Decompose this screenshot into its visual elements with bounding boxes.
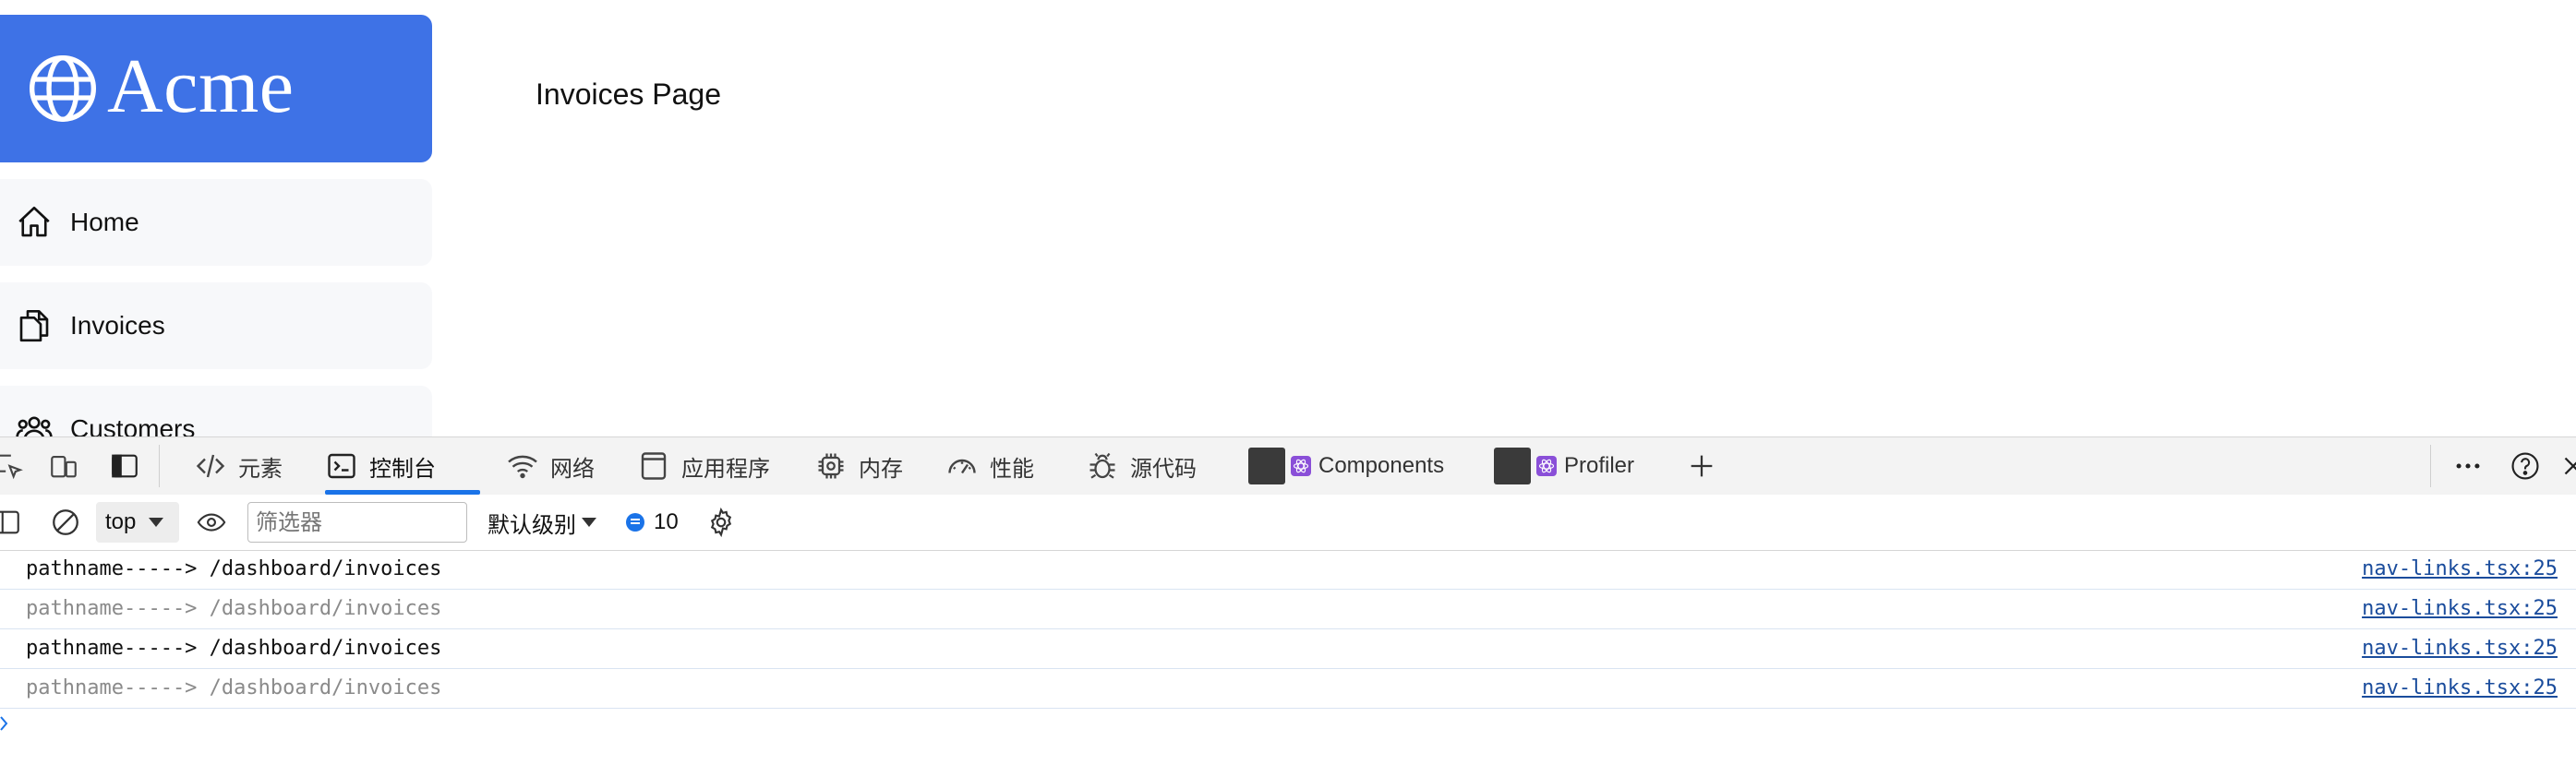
home-icon xyxy=(18,206,50,237)
inspect-element-icon[interactable] xyxy=(0,450,24,482)
devtools-tabbar: 元素 控制台 网络 应用程序 内存 性能 源代码 Components Prof… xyxy=(0,437,2576,496)
clear-console-icon[interactable] xyxy=(50,507,81,538)
live-expression-eye-icon[interactable] xyxy=(196,507,227,538)
device-toolbar-icon[interactable] xyxy=(48,450,79,482)
sidebar-item-home[interactable]: Home xyxy=(0,179,432,266)
context-selector[interactable]: top xyxy=(96,502,179,543)
wifi-icon xyxy=(508,455,537,479)
tab-sources[interactable]: 源代码 xyxy=(1086,437,1197,495)
message-count-badge[interactable]: 10 xyxy=(626,502,679,543)
log-level-selector[interactable]: 默认级别 xyxy=(488,502,596,543)
document-duplicate-icon xyxy=(19,309,49,342)
help-icon[interactable] xyxy=(2510,450,2541,482)
tab-network[interactable]: 网络 xyxy=(506,437,595,495)
tab-label: 控制台 xyxy=(369,456,436,482)
tab-elements[interactable]: 元素 xyxy=(194,437,283,495)
console-toolbar: top 默认级别 10 xyxy=(0,495,2576,551)
log-message: pathname-----> /dashboard/invoices xyxy=(26,637,442,660)
log-message: pathname-----> /dashboard/invoices xyxy=(26,597,442,620)
tab-memory[interactable]: 内存 xyxy=(814,437,903,495)
extension-icon xyxy=(1494,448,1531,484)
log-row: pathname-----> /dashboard/invoices nav-l… xyxy=(0,669,2576,709)
tab-label: 性能 xyxy=(990,456,1034,482)
app-viewport: Acme Home Invoices Customers Invoices Pa… xyxy=(0,0,2576,436)
dropdown-arrow-icon xyxy=(582,518,596,527)
divider xyxy=(159,445,160,487)
dock-side-icon[interactable] xyxy=(109,450,140,482)
logo-text: Acme xyxy=(107,43,295,129)
log-message: pathname-----> /dashboard/invoices xyxy=(26,676,442,699)
more-options-icon[interactable] xyxy=(2452,450,2484,482)
log-source-link[interactable]: nav-links.tsx:25 xyxy=(2362,557,2558,580)
tab-label: 元素 xyxy=(238,456,283,482)
devtools-panel: 元素 控制台 网络 应用程序 内存 性能 源代码 Components Prof… xyxy=(0,436,2576,765)
log-row: pathname-----> /dashboard/invoices nav-l… xyxy=(0,629,2576,669)
performance-gauge-icon xyxy=(948,459,976,474)
add-tab-icon[interactable] xyxy=(1686,450,1717,482)
globe-icon xyxy=(30,55,96,122)
code-icon xyxy=(196,454,225,478)
react-icon xyxy=(1536,456,1557,476)
user-group-icon xyxy=(16,416,53,436)
log-source-link[interactable]: nav-links.tsx:25 xyxy=(2362,676,2558,699)
tab-application[interactable]: 应用程序 xyxy=(637,437,770,495)
console-log-list: pathname-----> /dashboard/invoices nav-l… xyxy=(0,550,2576,733)
tab-label: 网络 xyxy=(550,456,595,482)
acme-logo[interactable]: Acme xyxy=(0,15,432,162)
tab-label: 内存 xyxy=(859,456,903,482)
page-title: Invoices Page xyxy=(536,78,722,111)
context-value: top xyxy=(105,509,137,534)
message-icon xyxy=(626,513,644,532)
close-devtools-icon[interactable] xyxy=(2558,450,2576,482)
tab-label: Profiler xyxy=(1564,453,1635,478)
sidebar-item-label: Invoices xyxy=(70,311,165,340)
tab-components[interactable]: Components xyxy=(1248,437,1444,495)
sidebar-item-invoices[interactable]: Invoices xyxy=(0,282,432,369)
prompt-chevron-icon xyxy=(0,716,8,731)
console-icon xyxy=(328,453,355,479)
log-message: pathname-----> /dashboard/invoices xyxy=(26,557,442,580)
show-sidebar-icon[interactable] xyxy=(0,507,22,538)
log-source-link[interactable]: nav-links.tsx:25 xyxy=(2362,637,2558,660)
log-row: pathname-----> /dashboard/invoices nav-l… xyxy=(0,590,2576,629)
console-settings-gear-icon[interactable] xyxy=(705,507,737,538)
message-count: 10 xyxy=(654,509,679,534)
tab-console[interactable]: 控制台 xyxy=(325,437,480,495)
dropdown-arrow-icon xyxy=(149,518,164,527)
bug-icon xyxy=(1089,452,1115,479)
console-prompt[interactable] xyxy=(0,709,2576,733)
log-row: pathname-----> /dashboard/invoices nav-l… xyxy=(0,550,2576,590)
tab-performance[interactable]: 性能 xyxy=(945,437,1034,495)
tab-label: Components xyxy=(1318,453,1445,478)
tab-label: 源代码 xyxy=(1130,456,1197,482)
application-icon xyxy=(641,452,667,480)
sidebar-item-label: Customers xyxy=(70,414,196,436)
memory-chip-icon xyxy=(818,453,844,479)
log-source-link[interactable]: nav-links.tsx:25 xyxy=(2362,597,2558,620)
log-level-value: 默认级别 xyxy=(488,511,576,538)
divider xyxy=(2430,445,2431,487)
filter-input[interactable] xyxy=(247,502,467,543)
sidebar-item-label: Home xyxy=(70,208,139,236)
tab-profiler[interactable]: Profiler xyxy=(1494,437,1634,495)
tab-label: 应用程序 xyxy=(681,456,770,482)
extension-icon xyxy=(1248,448,1285,484)
react-icon xyxy=(1291,456,1311,476)
sidebar-item-customers[interactable]: Customers xyxy=(0,386,432,436)
